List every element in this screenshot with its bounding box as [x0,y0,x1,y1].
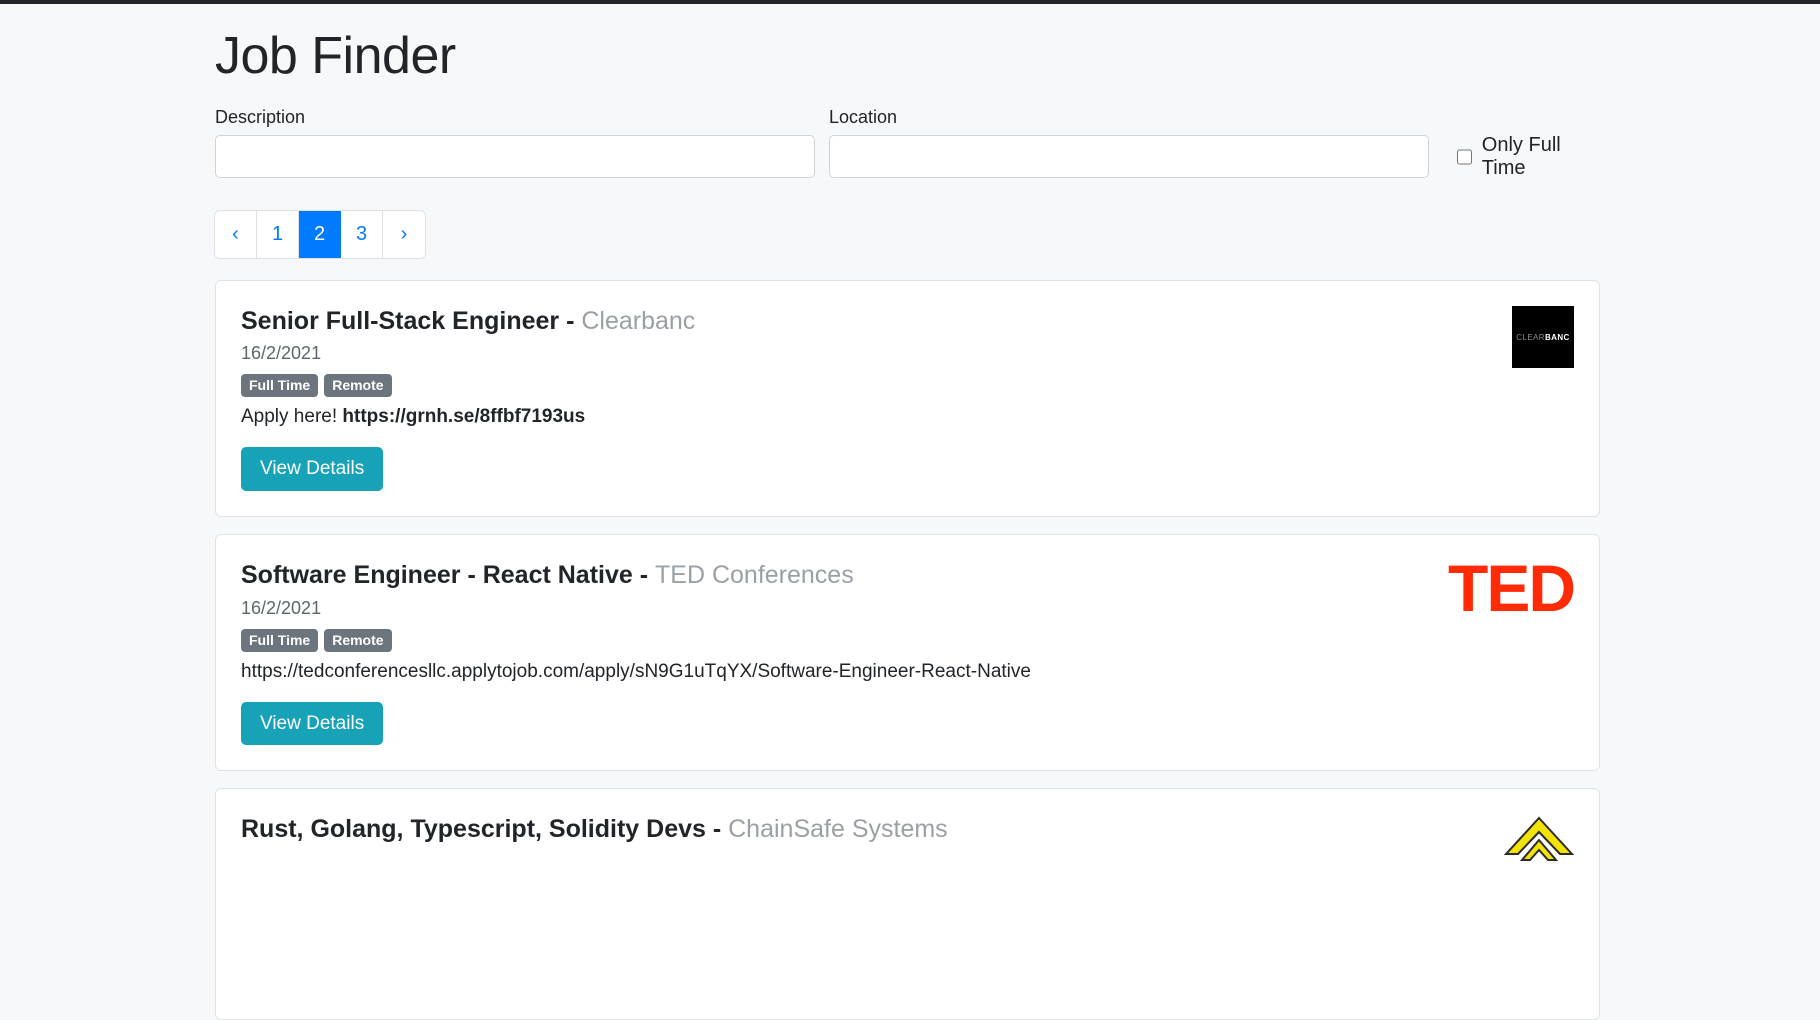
badge-full-time: Full Time [241,374,318,397]
job-apply-url[interactable]: https://grnh.se/8ffbf7193us [342,406,585,427]
location-input[interactable] [829,135,1429,178]
job-card-body: Rust, Golang, Typescript, Solidity Devs … [241,814,1574,845]
job-company: Clearbanc [581,307,695,335]
job-card-body: Software Engineer - React Native - TED C… [241,560,1574,745]
job-card-body: Senior Full-Stack Engineer - Clearbanc 1… [241,306,1574,491]
job-title: Senior Full-Stack Engineer [241,307,559,335]
company-logo: TED [1448,560,1574,616]
job-date: 16/2/2021 [241,598,1574,619]
job-title-separator: - [706,815,728,843]
full-time-checkbox-group: Only Full Time [1457,135,1600,178]
pagination-next[interactable]: › [383,211,425,258]
company-logo [1504,814,1574,874]
job-card[interactable]: Rust, Golang, Typescript, Solidity Devs … [215,788,1600,1020]
full-time-label: Only Full Time [1482,134,1600,180]
location-label: Location [829,107,1429,128]
top-bar [0,0,1820,4]
pagination-page-2[interactable]: 2 [299,211,341,258]
view-details-button[interactable]: View Details [241,702,383,746]
job-badges: Full Time Remote [241,374,1574,397]
ted-logo: TED [1448,560,1574,616]
job-apply-prefix: Apply here! [241,406,342,427]
job-title: Rust, Golang, Typescript, Solidity Devs [241,815,706,843]
description-field-group: Description [215,107,815,178]
job-title-line: Rust, Golang, Typescript, Solidity Devs … [241,814,1574,845]
pagination-page-3[interactable]: 3 [341,211,383,258]
pagination-page-1[interactable]: 1 [257,211,299,258]
job-title-line: Senior Full-Stack Engineer - Clearbanc [241,306,1574,337]
page-root: Job Finder Description Location Only Ful… [0,28,1820,1020]
job-company: ChainSafe Systems [728,815,948,843]
search-form: Description Location Only Full Time [215,107,1600,178]
job-title-separator: - [633,561,655,589]
job-badges: Full Time Remote [241,629,1574,652]
pagination-prev[interactable]: ‹ [215,211,257,258]
full-time-checkbox[interactable] [1457,149,1472,165]
clearbanc-logo-text-light: CLEAR [1516,333,1545,342]
badge-full-time: Full Time [241,629,318,652]
page-title: Job Finder [215,28,1600,85]
clearbanc-logo-text-bold: BANC [1545,333,1570,342]
job-title: Software Engineer - React Native [241,561,633,589]
job-card[interactable]: Senior Full-Stack Engineer - Clearbanc 1… [215,280,1600,517]
badge-remote: Remote [324,374,391,397]
job-apply-line: https://tedconferencesllc.applytojob.com… [241,661,1574,683]
job-date: 16/2/2021 [241,343,1574,364]
pagination: ‹ 1 2 3 › [215,211,425,258]
company-logo: CLEARBANC [1512,306,1574,368]
description-label: Description [215,107,815,128]
job-company: TED Conferences [655,561,854,589]
job-apply-url[interactable]: https://tedconferencesllc.applytojob.com… [241,661,1031,682]
clearbanc-logo: CLEARBANC [1512,306,1574,368]
badge-remote: Remote [324,629,391,652]
view-details-button[interactable]: View Details [241,447,383,491]
job-card[interactable]: Software Engineer - React Native - TED C… [215,534,1600,771]
job-title-separator: - [559,307,581,335]
job-title-line: Software Engineer - React Native - TED C… [241,560,1574,591]
location-field-group: Location [829,107,1429,178]
chainsafe-logo [1504,814,1574,874]
job-apply-line: Apply here! https://grnh.se/8ffbf7193us [241,406,1574,428]
description-input[interactable] [215,135,815,178]
content-container: Job Finder Description Location Only Ful… [215,28,1600,1020]
